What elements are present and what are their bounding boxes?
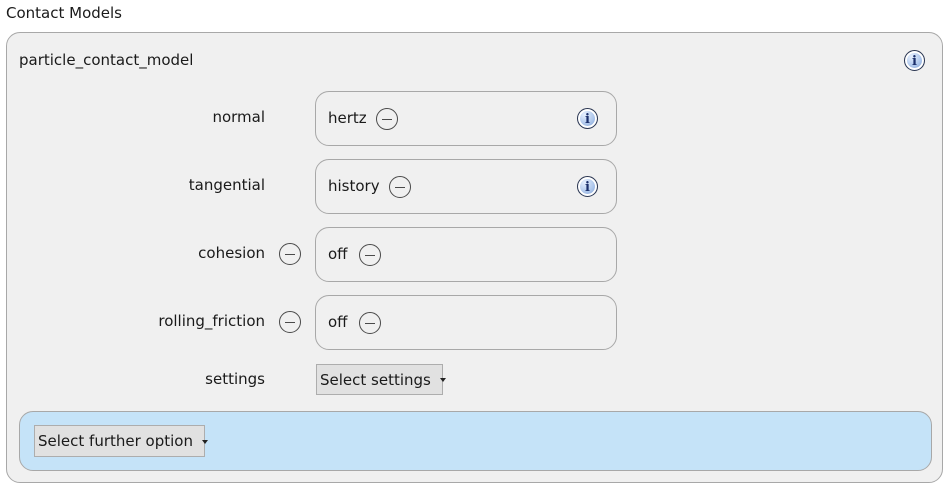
further-option-panel: Select further option: [19, 411, 932, 471]
cohesion-label: cohesion: [198, 244, 265, 262]
cohesion-value-box: off: [315, 227, 617, 282]
remove-cohesion-icon[interactable]: [279, 243, 301, 265]
settings-label: settings: [205, 370, 265, 388]
section-title: Contact Models: [6, 4, 122, 22]
remove-icon[interactable]: [359, 244, 381, 266]
normal-value: hertz: [328, 109, 367, 127]
tangential-value-box: history i: [315, 159, 617, 214]
info-icon[interactable]: i: [904, 50, 925, 71]
further-option-dropdown-label: Select further option: [38, 432, 193, 450]
further-option-dropdown[interactable]: Select further option: [34, 425, 208, 457]
normal-label: normal: [212, 108, 265, 126]
cohesion-value: off: [328, 245, 348, 263]
tangential-label: tangential: [188, 176, 265, 194]
rolling-friction-label: rolling_friction: [158, 312, 265, 330]
remove-icon[interactable]: [359, 312, 381, 334]
chevron-down-icon: [201, 439, 208, 444]
settings-dropdown-label: Select settings: [320, 370, 431, 389]
rolling-friction-value: off: [328, 313, 348, 331]
tangential-value: history: [328, 177, 380, 195]
info-icon[interactable]: i: [577, 176, 598, 197]
remove-icon[interactable]: [389, 176, 411, 198]
settings-dropdown[interactable]: Select settings: [316, 364, 446, 395]
rolling-friction-value-box: off: [315, 295, 617, 350]
panel-title: particle_contact_model: [19, 51, 194, 69]
particle-contact-model-panel: particle_contact_model i normal hertz i …: [6, 32, 943, 483]
chevron-down-icon: [439, 378, 446, 382]
remove-icon[interactable]: [376, 108, 398, 130]
remove-rolling-friction-icon[interactable]: [279, 311, 301, 333]
info-icon[interactable]: i: [577, 108, 598, 129]
normal-value-box: hertz i: [315, 91, 617, 146]
